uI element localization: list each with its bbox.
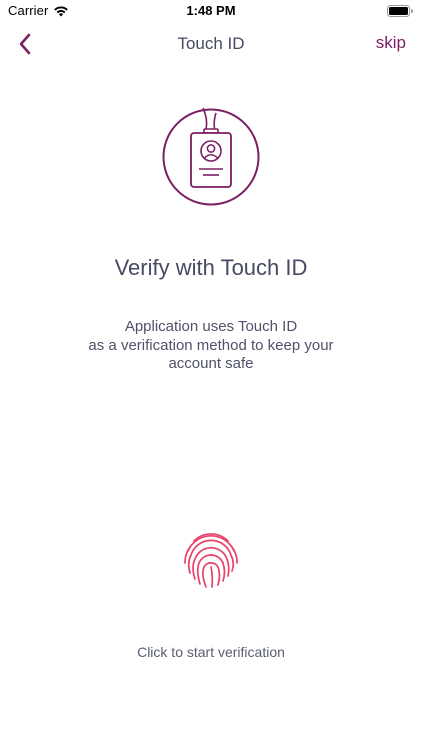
skip-button[interactable]: skip: [376, 33, 406, 53]
status-time: 1:48 PM: [186, 3, 236, 18]
page-title: Touch ID: [177, 34, 245, 53]
description-text: Application uses Touch ID as a verificat…: [50, 318, 372, 374]
navigation-bar: Touch ID skip: [0, 22, 422, 66]
description-line: account safe: [168, 355, 254, 372]
description-line: as a verification method to keep your: [88, 336, 334, 354]
status-bar: Carrier 1:48 PM: [0, 0, 422, 22]
fingerprint-icon[interactable]: [180, 529, 242, 589]
battery-icon: [387, 5, 413, 17]
id-badge-icon: [162, 107, 260, 206]
description-line: Application uses Touch ID: [124, 318, 298, 335]
start-verification-label[interactable]: Click to start verification: [0, 644, 422, 660]
verify-heading: Verify with Touch ID: [114, 255, 308, 280]
